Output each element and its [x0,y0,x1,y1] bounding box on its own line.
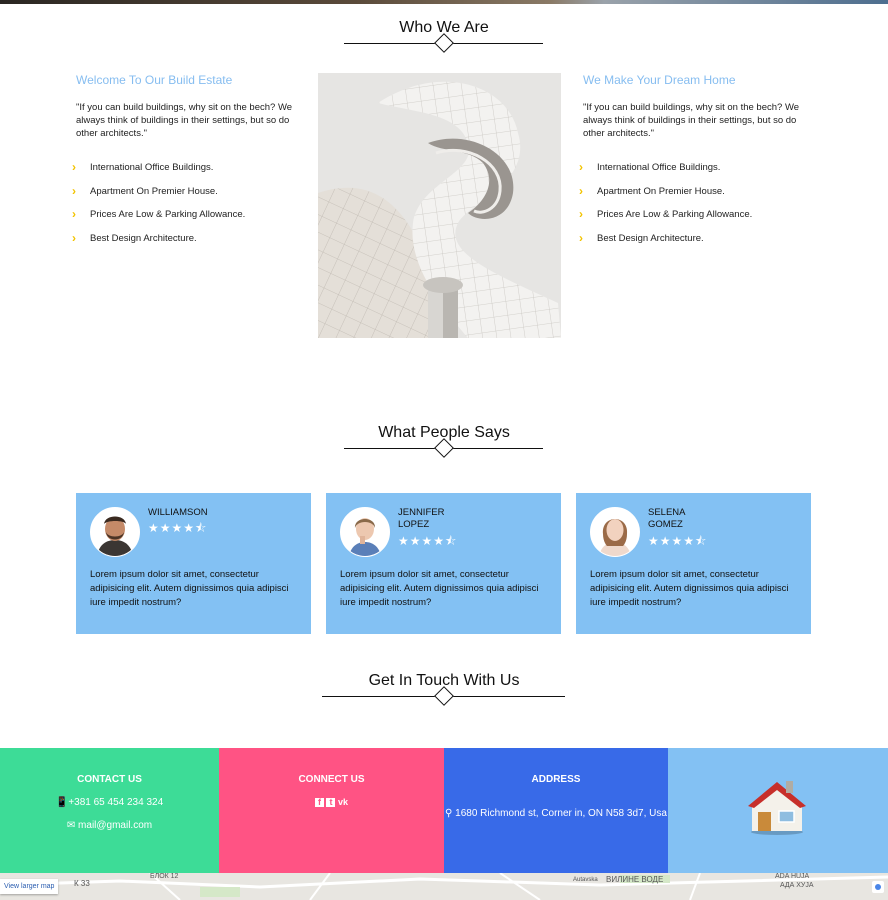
map-label: АДА ХУЈА [780,882,814,889]
map-label: ВИЛИНЕ ВОДЕ [606,875,664,884]
testimonial-text: Lorem ipsum dolor sit amet, consectetur … [590,569,789,608]
list-item: › Prices Are Low & Parking Allowance. [72,207,246,221]
reviewer-name: JENNIFER LOPEZ [398,507,445,530]
intro-column-left: Welcome To Our Build Estate "If you can … [72,73,301,256]
list-item: › Apartment On Premier House. [579,183,725,198]
chevron-right-icon: › [72,160,76,174]
map-label: БЛОК 12 [150,873,179,880]
chevron-right-icon: › [72,207,76,221]
envelope-icon: ✉ [66,820,76,831]
map-marker-icon: ⚲ [445,808,453,819]
testimonials-divider [344,438,543,460]
phone-icon: 📱 [55,797,69,808]
intro-heading-left: Welcome To Our Build Estate [76,73,233,87]
connect-us-panel: CONNECT US f t vk [219,748,444,873]
house-icon [748,781,806,835]
list-item: › Best Design Architecture. [72,230,197,245]
list-item: › Apartment On Premier House. [72,183,218,198]
reviewer-name: WILLIAMSON [148,507,208,518]
view-larger-map-link[interactable]: View larger map [0,879,59,894]
intro-heading-right: We Make Your Dream Home [583,73,736,87]
intro-quote-right: "If you can build buildings, why sit on … [583,102,800,139]
contact-us-heading: CONTACT US [77,774,142,785]
map-control-button[interactable] [872,881,884,893]
testimonial-text: Lorem ipsum dolor sit amet, consectetur … [90,569,289,608]
list-item: › Prices Are Low & Parking Allowance. [579,207,753,221]
testimonial-card-jennifer-lopez: JENNIFER LOPEZ ★★★★⯪ Lorem ipsum dolor s… [326,493,561,634]
chevron-right-icon: › [579,230,583,245]
avatar [590,507,640,557]
chevron-right-icon: › [579,183,583,198]
phone-line[interactable]: 📱+381 65 454 234 324 [0,797,219,808]
map-label: Autavska [573,877,598,883]
avatar [90,507,140,557]
address-heading: ADDRESS [531,774,581,785]
avatar [340,507,390,557]
rating-stars: ★★★★⯪ [398,534,458,548]
embedded-map[interactable]: View larger map К 33 БЛОК 12 Autavska ВИ… [0,873,888,900]
header-image-strip [0,0,888,4]
map-label: ADA HUJA [775,873,810,880]
rating-stars: ★★★★⯪ [648,534,708,548]
intro-quote-left: "If you can build buildings, why sit on … [76,102,293,139]
contact-us-panel: CONTACT US 📱+381 65 454 234 324 ✉ mail@g… [0,748,219,873]
email-address: mail@gmail.com [78,820,153,831]
feature-list-left: › International Office Buildings. › Apartm… [72,160,301,256]
list-item: › International Office Buildings. [72,160,214,174]
list-item: › Best Design Architecture. [579,230,704,245]
house-panel [668,748,888,873]
testimonial-text: Lorem ipsum dolor sit amet, consectetur … [340,569,539,608]
building-photo [318,73,561,338]
address-text: 1680 Richmond st, Corner in, ON N58 3d7,… [455,808,667,819]
testimonial-card-selena-gomez: SELENA GOMEZ ★★★★⯪ Lorem ipsum dolor sit… [576,493,811,634]
contact-divider [322,686,565,708]
who-we-are-divider [344,33,543,55]
vk-icon[interactable]: vk [338,798,348,807]
testimonial-card-williamson: WILLIAMSON ★★★★⯪ Lorem ipsum dolor sit a… [76,493,311,634]
list-item: › International Office Buildings. [579,160,721,174]
chevron-right-icon: › [72,183,76,198]
address-panel: ADDRESS ⚲ 1680 Richmond st, Corner in, O… [444,748,668,873]
connect-us-heading: CONNECT US [298,774,365,785]
email-line[interactable]: ✉ mail@gmail.com [0,820,219,831]
social-icons: f t vk [219,797,444,807]
feature-list-right: › International Office Buildings. › Apartm… [579,160,808,256]
facebook-icon[interactable]: f [314,798,324,807]
reviewer-name: SELENA GOMEZ [648,507,686,530]
chevron-right-icon: › [579,160,583,174]
address-line: ⚲ 1680 Richmond st, Corner in, ON N58 3d… [444,808,668,819]
chevron-right-icon: › [72,230,76,245]
intro-column-right: We Make Your Dream Home "If you can buil… [579,73,808,256]
chevron-right-icon: › [579,207,583,221]
map-label: К 33 [74,879,90,888]
rating-stars: ★★★★⯪ [148,521,208,535]
twitter-icon[interactable]: t [326,798,336,807]
phone-number: +381 65 454 234 324 [68,797,164,808]
